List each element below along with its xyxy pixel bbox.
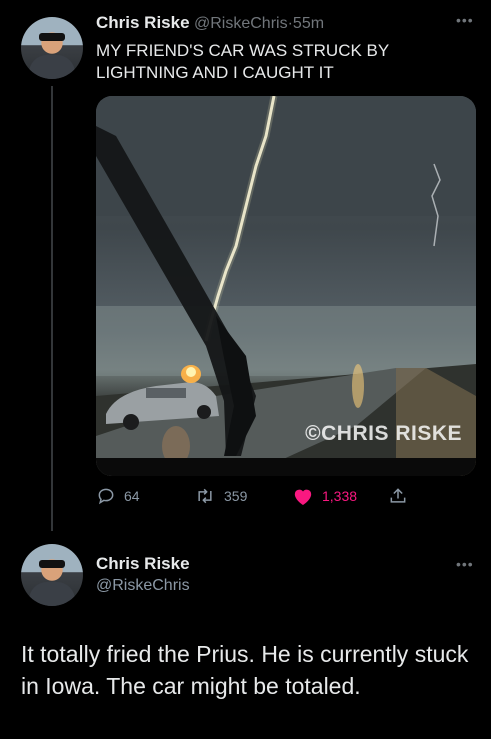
reply-count: 64 [124,488,140,504]
tweet-media-image[interactable]: ©CHRIS RISKE [96,96,476,476]
reply-icon [98,488,114,505]
more-horizontal-icon[interactable]: ••• [456,556,474,572]
heart-filled-icon [294,489,312,506]
avatar-shirt [29,55,75,79]
photo-watermark: ©CHRIS RISKE [305,422,462,445]
author-handle[interactable]: @RiskeChris [96,577,190,595]
tweet-time[interactable]: 55m [293,15,324,32]
reply-button[interactable]: 64 [96,486,140,506]
retweet-icon [198,488,212,504]
lightning-photo [96,96,476,476]
share-icon [390,488,406,503]
retweet-button[interactable]: 359 [194,486,247,506]
author-name[interactable]: Chris Riske [96,554,190,574]
avatar-sunglasses [39,33,65,41]
like-button[interactable]: 1,338 [292,486,357,506]
like-count: 1,338 [322,488,358,504]
share-button[interactable] [388,486,408,506]
avatar-shirt [29,582,75,606]
avatar[interactable] [21,544,83,606]
more-horizontal-icon[interactable]: ••• [456,12,474,28]
retweet-count: 359 [224,488,248,504]
author-name[interactable]: Chris Riske [96,13,190,32]
tweet-text: It totally fried the Prius. He is curren… [21,641,469,699]
author-handle[interactable]: @RiskeChris [194,15,288,32]
avatar-sunglasses [39,560,65,568]
tweet-header: Chris Riske @RiskeChris·55m [96,13,324,33]
avatar[interactable] [21,17,83,79]
thread-connector-line [51,86,53,531]
tweet-text: MY FRIEND'S CAR WAS STRUCK BY LIGHTNING … [96,41,389,82]
